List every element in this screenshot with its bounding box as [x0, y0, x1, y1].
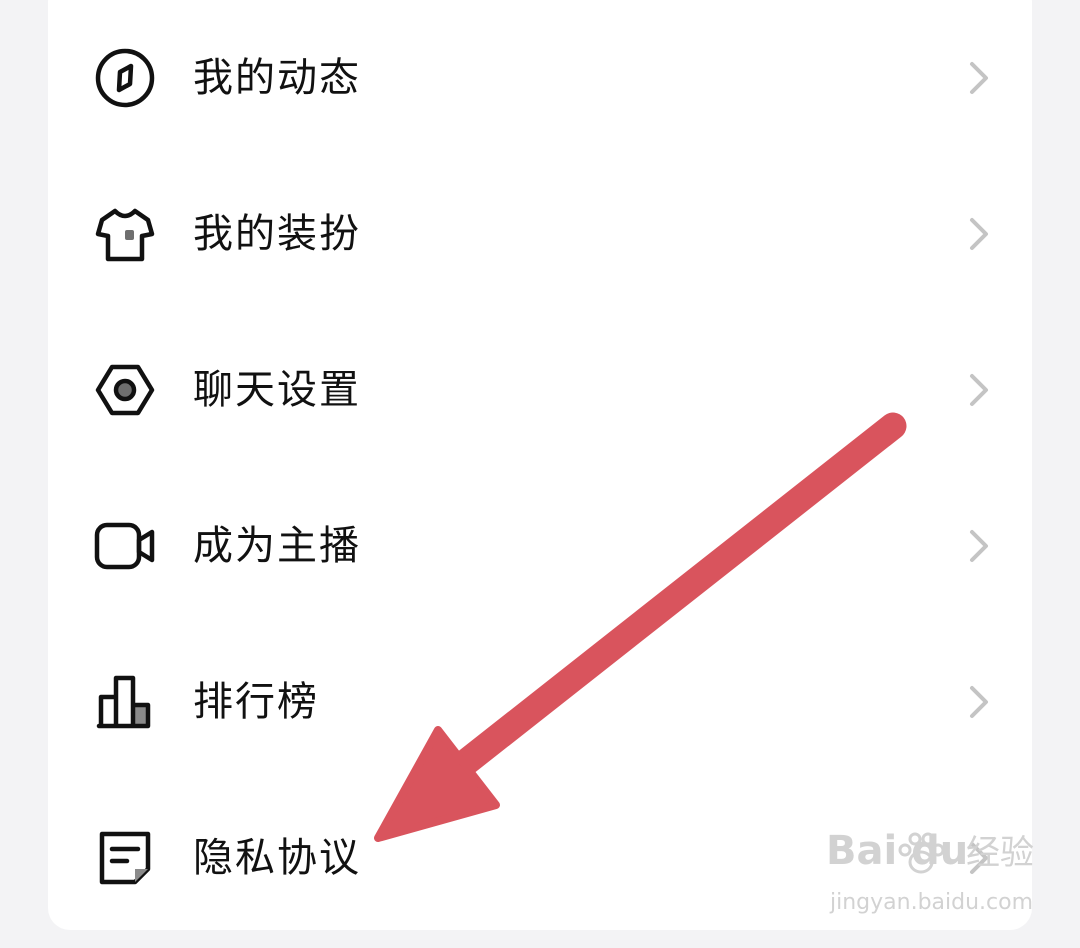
compass-icon: [95, 48, 155, 108]
chevron-right-icon: [970, 530, 988, 562]
menu-item-privacy-policy[interactable]: 隐私协议: [48, 780, 1032, 936]
video-camera-icon: [94, 522, 155, 570]
chevron-right-icon: [970, 62, 988, 94]
menu-item-label: 隐私协议: [193, 835, 361, 881]
menu-item-label: 我的动态: [193, 55, 361, 101]
menu-item-label: 成为主播: [193, 523, 361, 569]
hexagon-settings-icon: [95, 364, 155, 416]
chevron-right-icon: [970, 374, 988, 406]
menu-item-my-moments[interactable]: 我的动态: [48, 0, 1032, 156]
menu-item-my-outfit[interactable]: 我的装扮: [48, 156, 1032, 312]
document-icon: [99, 831, 151, 885]
menu-item-label: 我的装扮: [193, 211, 361, 257]
menu-item-leaderboard[interactable]: 排行榜: [48, 624, 1032, 780]
bar-chart-icon: [96, 675, 151, 729]
tshirt-icon: [95, 208, 155, 262]
chevron-right-icon: [970, 686, 988, 718]
settings-menu: 我的动态 我的装扮 聊天设置 成为主播 排行榜 隐私协议: [0, 0, 1080, 948]
menu-item-label: 聊天设置: [193, 367, 361, 413]
menu-item-label: 排行榜: [193, 679, 319, 725]
menu-item-become-streamer[interactable]: 成为主播: [48, 468, 1032, 624]
menu-item-chat-settings[interactable]: 聊天设置: [48, 312, 1032, 468]
chevron-right-icon: [970, 218, 988, 250]
chevron-right-icon: [970, 842, 988, 874]
